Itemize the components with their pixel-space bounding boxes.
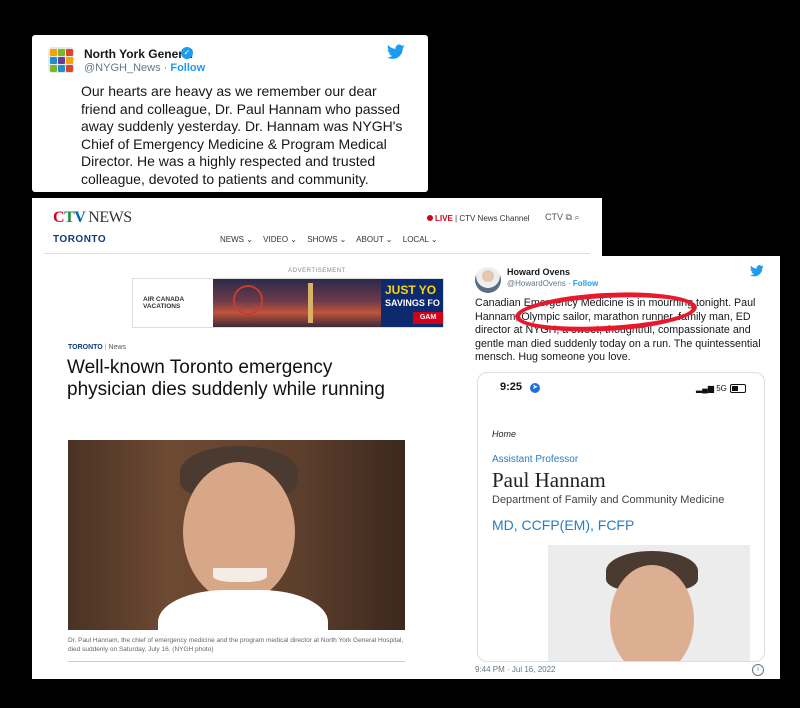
live-link[interactable]: LIVE | CTV News Channel	[427, 214, 530, 223]
nygh-logo-icon[interactable]	[48, 47, 74, 73]
twitter-bird-icon[interactable]	[387, 44, 405, 60]
article-headline: Well-known Toronto emergency physician d…	[67, 357, 385, 400]
profile-department: Department of Family and Community Medic…	[492, 494, 725, 506]
article-photo	[68, 440, 405, 630]
account-name[interactable]: Howard Ovens	[507, 267, 570, 277]
main-nav: NEWS ⌄ VIDEO ⌄ SHOWS ⌄ ABOUT ⌄ LOCAL ⌄	[220, 235, 446, 244]
signal-bars-icon: ▂▄▆	[696, 384, 717, 393]
breadcrumb-sub[interactable]: News	[108, 344, 126, 351]
twitter-bird-icon[interactable]	[750, 265, 764, 277]
tweet-howard-ovens: Howard Ovens @HowardOvens · Follow Canad…	[465, 256, 780, 679]
status-time: 9:25	[500, 381, 523, 393]
handle-row: @NYGH_News · Follow	[84, 62, 205, 74]
location-arrow-icon: ➤	[530, 383, 540, 393]
info-icon[interactable]: i	[752, 664, 764, 676]
verified-badge-icon: ✓	[181, 47, 193, 59]
battery-fill	[732, 386, 738, 391]
account-name[interactable]: North York General	[84, 47, 193, 61]
ad-cta-button[interactable]: GAM	[413, 312, 443, 324]
battery-icon	[730, 384, 746, 393]
profile-credentials: MD, CCFP(EM), FCFP	[492, 517, 635, 533]
tweet-text: Our hearts are heavy as we remember our …	[81, 83, 403, 187]
follow-button[interactable]: Follow	[573, 279, 598, 288]
handle-row: @HowardOvens · Follow	[507, 279, 598, 288]
ad-promo: JUST YO SAVINGS FO GAM	[381, 279, 443, 327]
bottom-divider	[68, 661, 405, 662]
ferris-wheel-shape	[233, 285, 263, 315]
ctv-small-logo-icon[interactable]: CTV	[545, 212, 563, 222]
live-dot-icon	[427, 215, 433, 221]
tower-shape	[308, 283, 313, 323]
advertisement-banner[interactable]: AIR CANADA VACATIONS JUST YO SAVINGS FO …	[132, 278, 444, 328]
external-link-icon[interactable]: ⧉	[566, 212, 572, 222]
signal-label: ▂▄▆ 5G	[696, 384, 727, 393]
breadcrumb-section[interactable]: TORONTO	[68, 344, 103, 351]
tweet-timestamp[interactable]: 9:44 PM · Jul 16, 2022	[475, 665, 556, 674]
separator: ·	[160, 62, 171, 74]
embedded-phone-screenshot[interactable]: 9:25 ➤ ▂▄▆ 5G Home Assistant Professor P…	[477, 372, 765, 662]
profile-photo	[548, 545, 750, 661]
search-icon[interactable]: ⌕	[574, 212, 579, 222]
profile-role: Assistant Professor	[492, 454, 579, 465]
separator: ·	[565, 279, 573, 288]
ad-photo	[213, 279, 381, 327]
nav-local[interactable]: LOCAL ⌄	[403, 235, 438, 244]
ad-brand: AIR CANADA VACATIONS	[143, 296, 185, 310]
profile-name: Paul Hannam	[492, 468, 606, 492]
follow-button[interactable]: Follow	[170, 62, 205, 74]
home-link: Home	[492, 429, 517, 439]
white-coat-shape	[158, 590, 328, 630]
nav-about[interactable]: ABOUT ⌄	[356, 235, 392, 244]
tweet-north-york-general: North York General ✓ @NYGH_News · Follow…	[32, 35, 428, 192]
city-label[interactable]: TORONTO	[53, 234, 106, 245]
nav-video[interactable]: VIDEO ⌄	[263, 235, 297, 244]
nav-shows[interactable]: SHOWS ⌄	[307, 235, 346, 244]
account-handle[interactable]: @NYGH_News	[84, 62, 161, 74]
nav-news[interactable]: NEWS ⌄	[220, 235, 253, 244]
breadcrumb: TORONTO | News	[68, 344, 126, 351]
header-icons[interactable]: CTV ⧉ ⌕	[545, 212, 580, 223]
account-handle[interactable]: @HowardOvens	[507, 279, 566, 288]
smile-shape	[213, 568, 267, 582]
photo-caption: Dr. Paul Hannam, the chief of emergency …	[68, 637, 404, 653]
header-divider	[44, 253, 590, 254]
ctv-news-logo[interactable]: CTV NEWS	[53, 209, 132, 227]
avatar[interactable]	[475, 267, 501, 293]
